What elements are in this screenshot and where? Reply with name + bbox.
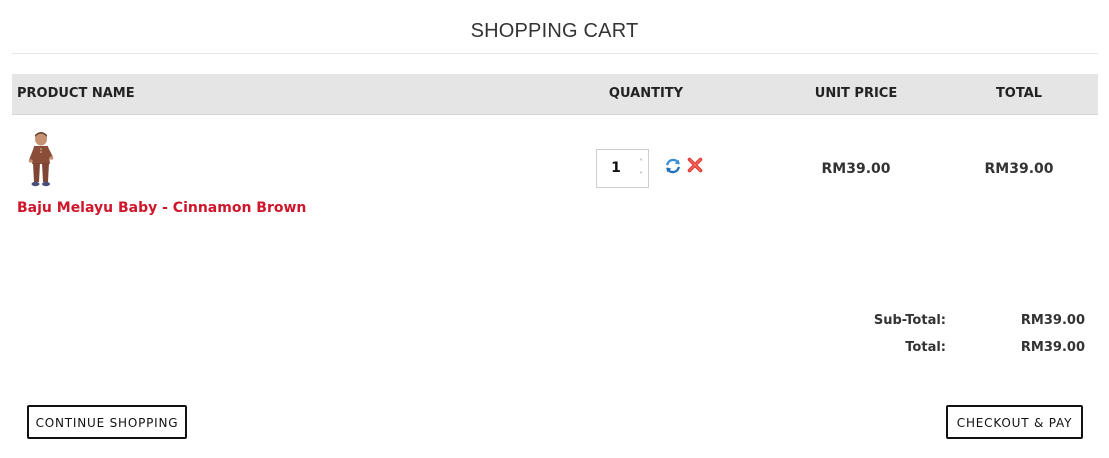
column-header-product-name: PRODUCT NAME xyxy=(17,86,135,101)
refresh-icon[interactable] xyxy=(664,157,682,175)
quantity-increment-icon[interactable]: ˄ xyxy=(635,158,647,168)
column-header-quantity: QUANTITY xyxy=(608,86,684,101)
column-header-unit-price: UNIT PRICE xyxy=(814,86,898,101)
checkout-pay-button[interactable]: CHECKOUT & PAY xyxy=(946,405,1083,439)
title-divider xyxy=(12,53,1098,54)
subtotal-label: Sub-Total: xyxy=(873,313,946,328)
product-thumbnail[interactable] xyxy=(22,130,60,190)
remove-icon[interactable] xyxy=(687,157,703,173)
product-name-link[interactable]: Baju Melayu Baby - Cinnamon Brown xyxy=(17,200,306,216)
continue-shopping-button[interactable]: CONTINUE SHOPPING xyxy=(27,405,187,439)
unit-price-value: RM39.00 xyxy=(821,161,891,177)
quantity-input[interactable]: 1 ˄ ˅ xyxy=(596,149,649,188)
total-value: RM39.00 xyxy=(1020,340,1085,355)
cart-table-header: PRODUCT NAME QUANTITY UNIT PRICE TOTAL xyxy=(12,74,1098,115)
total-label: Total: xyxy=(905,340,946,355)
page-title: SHOPPING CART xyxy=(470,20,639,42)
column-header-total: TOTAL xyxy=(995,86,1043,101)
quantity-value[interactable]: 1 xyxy=(597,150,635,187)
line-total-value: RM39.00 xyxy=(984,161,1054,177)
subtotal-value: RM39.00 xyxy=(1020,313,1085,328)
quantity-decrement-icon[interactable]: ˅ xyxy=(635,171,647,181)
